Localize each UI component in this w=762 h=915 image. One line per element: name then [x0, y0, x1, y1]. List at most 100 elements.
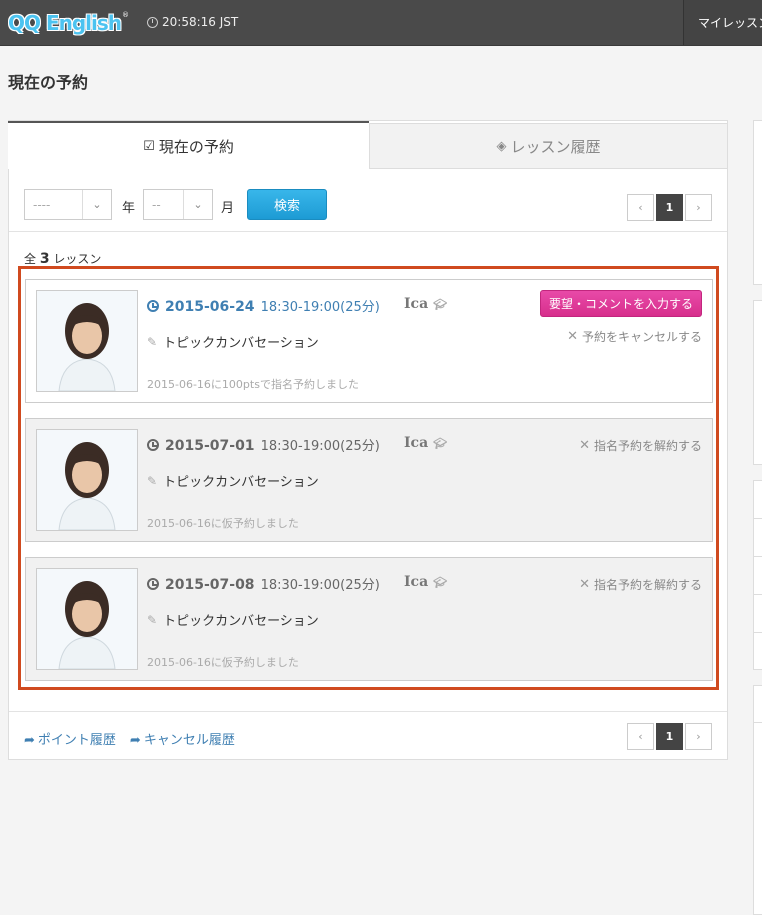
next-page-button[interactable]: › — [685, 194, 712, 221]
search-button[interactable]: 検索 — [247, 189, 327, 220]
prev-page-button[interactable]: ‹ — [627, 194, 654, 221]
teacher-name: Ica — [404, 435, 429, 451]
prev-page-button[interactable]: ‹ — [627, 723, 654, 750]
clock-icon — [147, 300, 159, 312]
qq-english-logo[interactable]: QQ English ® — [8, 9, 129, 37]
cancel-reservation-link[interactable]: ✕ 予約をキャンセルする — [567, 328, 702, 345]
chevron-down-icon: ⌄ — [82, 190, 111, 219]
close-icon: ✕ — [579, 438, 590, 453]
lesson-date: 2015-07-08 — [165, 577, 255, 593]
teacher-photo[interactable] — [36, 429, 138, 531]
share-arrow-icon: ➦ — [129, 733, 141, 748]
cancel-history-link[interactable]: ➦ キャンセル履歴 — [130, 729, 235, 748]
tab-divider — [369, 168, 728, 169]
lesson-datetime: 2015-07-08 18:30-19:00(25分) — [147, 574, 380, 593]
divider — [9, 711, 727, 712]
teacher-portrait — [37, 569, 137, 669]
teacher-name: Ica — [404, 296, 429, 312]
month-unit: 月 — [221, 201, 235, 216]
point-history-link[interactable]: ➦ ポイント履歴 — [24, 729, 116, 748]
lesson-topic: ✎ トピックカンバセーション — [147, 332, 319, 352]
teacher-name-link[interactable]: Ica 🎓︎ — [404, 296, 447, 312]
lesson-card: 2015-07-08 18:30-19:00(25分) Ica 🎓︎ ✎ トピッ… — [25, 557, 713, 681]
history-links: ➦ ポイント履歴 ➦ キャンセル履歴 — [24, 729, 235, 748]
topic-label: トピックカンバセーション — [163, 475, 319, 490]
lesson-datetime: 2015-07-01 18:30-19:00(25分) — [147, 435, 380, 454]
topic-label: トピックカンバセーション — [163, 336, 319, 351]
year-select[interactable]: ---- ⌄ — [24, 189, 112, 220]
pencil-icon: ✎ — [147, 473, 158, 488]
tab-lesson-history[interactable]: ◈ レッスン履歴 — [369, 123, 728, 169]
pencil-icon: ✎ — [147, 612, 158, 627]
total-prefix: 全 — [24, 252, 37, 266]
lesson-card: 2015-07-01 18:30-19:00(25分) Ica 🎓︎ ✎ トピッ… — [25, 418, 713, 542]
clock-icon — [147, 578, 159, 590]
tab-label: 現在の予約 — [158, 137, 234, 156]
cancel-designation-link[interactable]: ✕ 指名予約を解約する — [579, 576, 702, 593]
cancel-history-label: キャンセル履歴 — [143, 733, 235, 748]
close-icon: ✕ — [579, 577, 590, 592]
total-count: 3 — [39, 251, 50, 267]
date-filter: ---- ⌄ 年 -- ⌄ 月 検索 — [24, 189, 714, 221]
teacher-photo[interactable] — [36, 568, 138, 670]
topic-label: トピックカンバセーション — [163, 614, 319, 629]
cancel-label: 予約をキャンセルする — [581, 330, 702, 344]
sidebar-divider — [753, 632, 762, 633]
teacher-portrait — [37, 291, 137, 391]
page-number-button[interactable]: 1 — [656, 723, 683, 750]
clock-time: 20:58:16 JST — [162, 15, 239, 29]
clock-icon — [147, 16, 158, 28]
cancel-label: 指名予約を解約する — [593, 578, 702, 592]
layers-icon: ◈ — [496, 138, 507, 154]
request-comment-button[interactable]: 要望・コメントを入力する — [540, 290, 702, 317]
cancel-designation-link[interactable]: ✕ 指名予約を解約する — [579, 437, 702, 454]
share-arrow-icon: ➦ — [24, 733, 35, 748]
total-suffix: レッスン — [53, 252, 102, 266]
teacher-portrait — [37, 430, 137, 530]
lesson-total: 全 3 レッスン — [24, 250, 101, 267]
sidebar-panel — [753, 480, 762, 670]
cancel-label: 指名予約を解約する — [593, 439, 702, 453]
pencil-icon: ✎ — [147, 334, 158, 349]
teacher-photo[interactable] — [36, 290, 138, 392]
lesson-time: 18:30-19:00(25分) — [260, 439, 380, 454]
graduation-cap-icon: 🎓︎ — [433, 297, 448, 311]
nav-my-lesson[interactable]: マイレッスン — [683, 0, 762, 45]
teacher-name: Ica — [404, 574, 429, 590]
sidebar-divider — [753, 556, 762, 557]
close-icon: ✕ — [567, 329, 578, 344]
logo-registered-mark: ® — [122, 11, 130, 19]
tab-current-reservations[interactable]: ☑ 現在の予約 — [8, 121, 369, 169]
lesson-time: 18:30-19:00(25分) — [260, 578, 380, 593]
month-select[interactable]: -- ⌄ — [143, 189, 213, 220]
lesson-date: 2015-07-01 — [165, 438, 255, 454]
clipboard-check-icon: ☑ — [143, 138, 155, 154]
chevron-down-icon: ⌄ — [183, 190, 212, 219]
teacher-name-link[interactable]: Ica 🎓︎ — [404, 435, 447, 451]
lesson-card: 2015-06-24 18:30-19:00(25分) Ica 🎓︎ ✎ トピッ… — [25, 279, 713, 403]
lesson-datetime: 2015-06-24 18:30-19:00(25分) — [147, 296, 380, 315]
reservation-note: 2015-06-16に仮予約しました — [147, 656, 299, 669]
sidebar-panel — [753, 300, 762, 465]
lesson-date: 2015-06-24 — [165, 299, 255, 315]
sidebar-divider — [753, 518, 762, 519]
next-page-button[interactable]: › — [685, 723, 712, 750]
month-select-value: -- — [152, 198, 161, 212]
reservation-note: 2015-06-16に100ptsで指名予約しました — [147, 378, 359, 391]
sidebar-panel — [753, 685, 762, 915]
pagination-top: ‹ 1 › — [625, 194, 712, 221]
sidebar-divider — [753, 594, 762, 595]
server-clock: 20:58:16 JST — [147, 15, 238, 29]
sidebar-divider — [753, 722, 762, 723]
page-title: 現在の予約 — [8, 73, 89, 92]
teacher-name-link[interactable]: Ica 🎓︎ — [404, 574, 447, 590]
clock-icon — [147, 439, 159, 451]
lesson-topic: ✎ トピックカンバセーション — [147, 610, 319, 630]
sidebar-panel — [753, 120, 762, 285]
year-unit: 年 — [122, 201, 136, 216]
page-number-button[interactable]: 1 — [656, 194, 683, 221]
top-header: QQ English ® 20:58:16 JST マイレッスン — [0, 0, 762, 46]
lesson-topic: ✎ トピックカンバセーション — [147, 471, 319, 491]
pagination-bottom: ‹ 1 › — [625, 723, 712, 750]
tab-label: レッスン履歴 — [510, 137, 601, 156]
